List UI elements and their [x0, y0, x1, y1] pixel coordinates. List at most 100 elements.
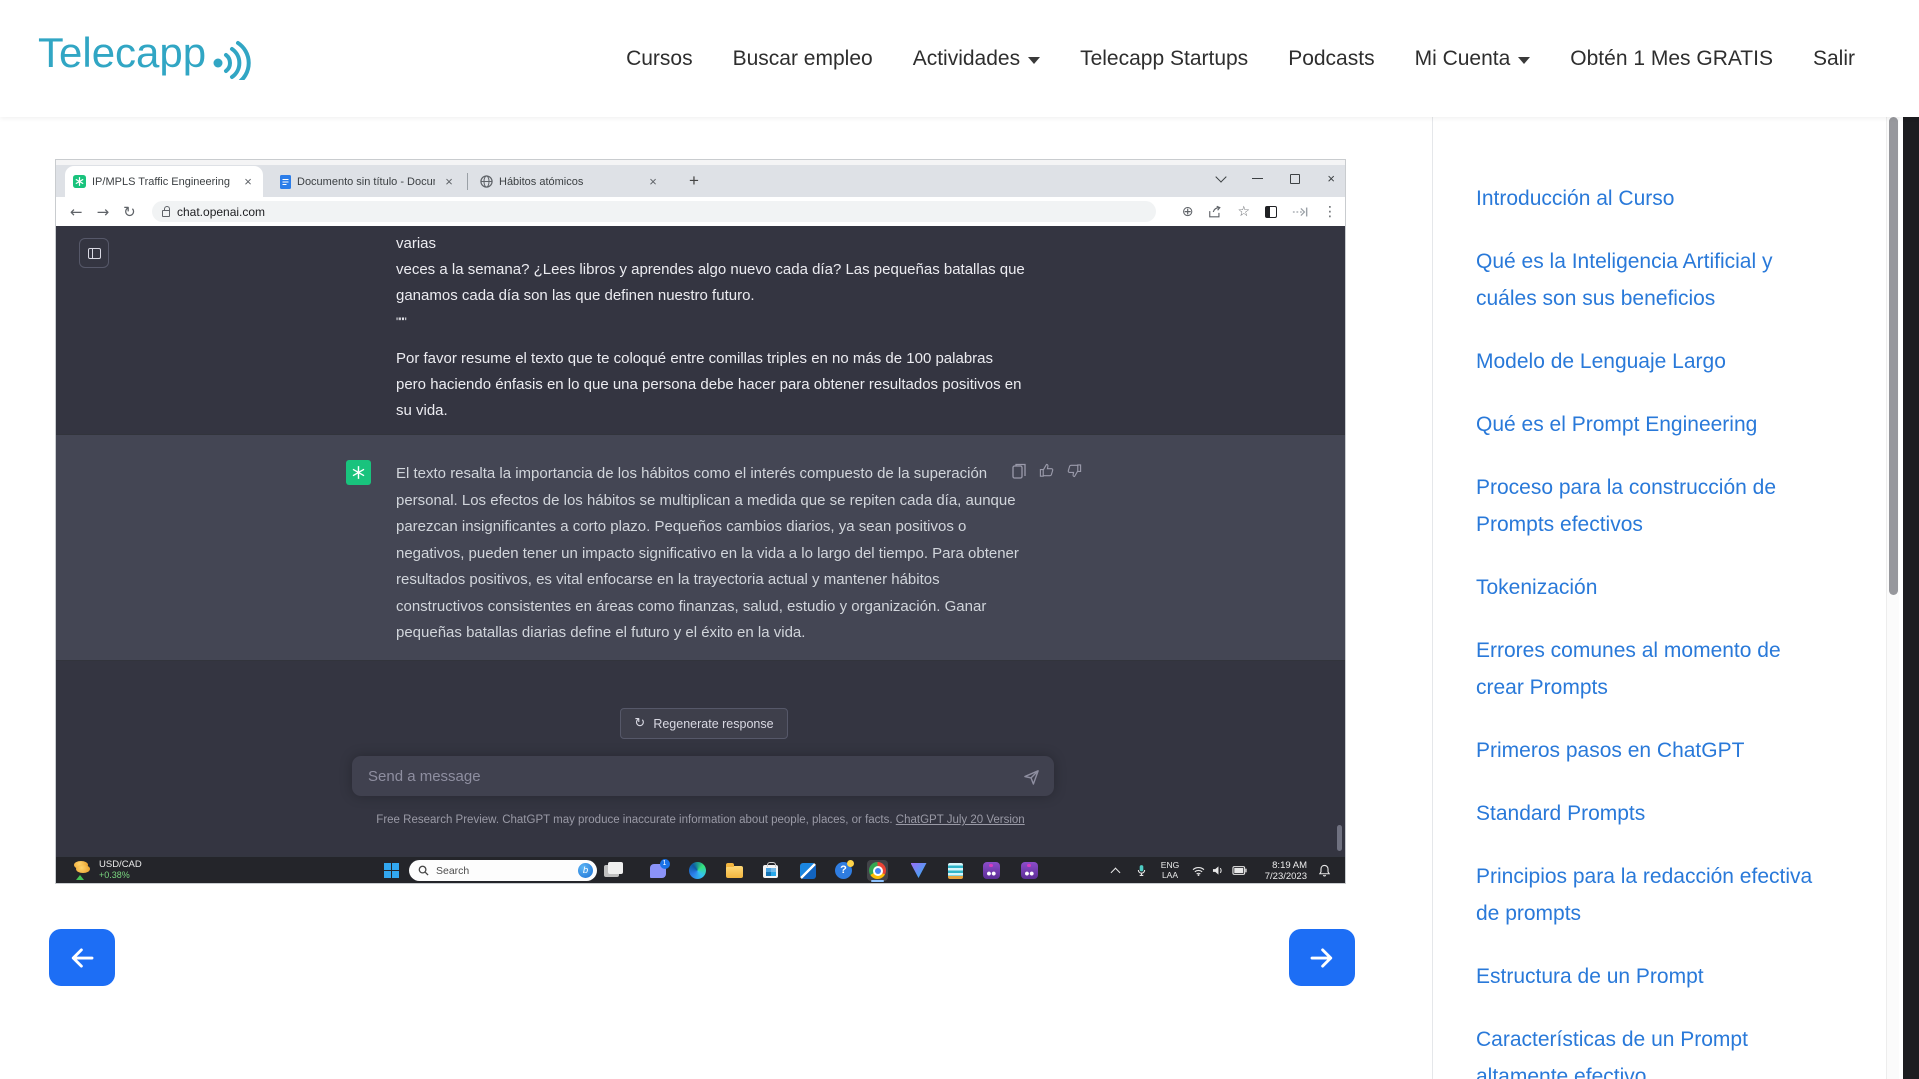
sidebar-item-principios-redaccion[interactable]: Principios para la redacción efectiva de… [1476, 858, 1830, 932]
sidebar-item-primeros-pasos[interactable]: Primeros pasos en ChatGPT [1476, 732, 1830, 769]
regenerate-label: Regenerate response [653, 717, 773, 731]
window-controls: × [1217, 160, 1335, 197]
chevron-down-icon [1028, 57, 1040, 64]
nav-salir[interactable]: Salir [1813, 47, 1855, 71]
browser-tab-strip: IP/MPLS Traffic Engineering × Documento … [56, 160, 1345, 197]
top-nav: Telecapp Cursos Buscar empleo Actividade… [0, 0, 1919, 117]
main-nav: Cursos Buscar empleo Actividades Telecap… [626, 0, 1855, 117]
browser-tab-docs: Documento sin título - Documen × [272, 166, 464, 197]
chat-input: Send a message [352, 756, 1054, 796]
page-scrollbar[interactable] [1903, 0, 1919, 1079]
file-explorer-icon [724, 860, 745, 881]
browser-address-bar: ← → ↻ chat.openai.com ⊕ ☆ ⋮ [56, 197, 1345, 226]
browser-tab-habitos: Hábitos atómicos × [472, 166, 668, 197]
user-message-head: varias [396, 231, 1026, 257]
maximize-icon [1290, 174, 1300, 184]
nav-actividades[interactable]: Actividades [913, 47, 1040, 71]
chevron-down-icon [1518, 57, 1530, 64]
sidebar-toggle-button [79, 238, 109, 268]
nav-telecapp-startups-label: Telecapp Startups [1080, 47, 1248, 71]
nav-obten-1-mes-gratis[interactable]: Obtén 1 Mes GRATIS [1570, 47, 1773, 71]
content-scrollbar-thumb[interactable] [1889, 117, 1898, 595]
message-actions [1012, 463, 1082, 479]
purple-app-icon-1 [981, 860, 1002, 881]
logo[interactable]: Telecapp [38, 26, 254, 80]
chatgpt-avatar [346, 460, 371, 485]
sidebar-item-proceso-prompts[interactable]: Proceso para la construcción de Prompts … [1476, 469, 1830, 543]
sidebar-item-standard-prompts[interactable]: Standard Prompts [1476, 795, 1830, 832]
search-icon [418, 865, 429, 876]
url-text: chat.openai.com [177, 205, 265, 219]
sidebar-item-estructura-prompt[interactable]: Estructura de un Prompt [1476, 958, 1830, 995]
sidebar-item-que-es-ia[interactable]: Qué es la Inteligencia Artificial y cuál… [1476, 243, 1830, 317]
weather-stock-widget: USD/CAD +0.38% [74, 859, 142, 880]
nav-podcasts[interactable]: Podcasts [1288, 47, 1374, 71]
nav-obten-1-mes-gratis-label: Obtén 1 Mes GRATIS [1570, 47, 1773, 71]
chatgpt-tab-icon [73, 175, 86, 188]
next-lesson-button[interactable] [1289, 929, 1355, 986]
back-icon: ← [70, 203, 83, 221]
up-arrow-icon [76, 875, 84, 880]
windows-taskbar: USD/CAD +0.38% Search b ? [56, 856, 1345, 883]
chat-scrollbar-thumb [1337, 825, 1342, 851]
tab-title: Hábitos atómicos [499, 176, 639, 188]
nav-buscar-empleo-label: Buscar empleo [733, 47, 873, 71]
footer-disclaimer: Free Research Preview. ChatGPT may produ… [376, 814, 892, 826]
share-icon [1208, 205, 1222, 219]
nav-buscar-empleo[interactable]: Buscar empleo [733, 47, 873, 71]
sidebar-item-caracteristicas-prompt[interactable]: Características de un Prompt altamente e… [1476, 1021, 1830, 1079]
arrow-right-icon [1305, 943, 1339, 973]
sidebar-item-introduccion[interactable]: Introducción al Curso [1476, 180, 1830, 217]
triple-quote: """ [396, 309, 1026, 335]
user-message-body: veces a la semana? ¿Lees libros y aprend… [396, 257, 1026, 309]
content-scrollbar[interactable] [1886, 117, 1899, 1079]
clock: 8:19 AM7/23/2023 [1255, 857, 1307, 884]
task-view-icon [601, 860, 622, 881]
close-icon: × [241, 174, 255, 189]
bookmark-star-icon: ☆ [1237, 205, 1250, 219]
chrome-icon-active [867, 860, 888, 881]
content-sidebar-divider [1432, 117, 1433, 1079]
bing-icon: b [578, 863, 593, 878]
footer-version-link: ChatGPT July 20 Version [896, 814, 1025, 826]
user-message: varias veces a la semana? ¿Lees libros y… [396, 231, 1026, 424]
widget-symbol: USD/CAD [99, 859, 142, 870]
nav-mi-cuenta[interactable]: Mi Cuenta [1415, 47, 1531, 71]
close-icon: × [1327, 172, 1335, 185]
copy-icon [1012, 463, 1026, 479]
keyboard-language: ENGLAA [1155, 857, 1185, 884]
nav-salir-label: Salir [1813, 47, 1855, 71]
tab-title: IP/MPLS Traffic Engineering [92, 176, 234, 188]
triangle-app-icon [908, 860, 929, 881]
logo-text: Telecapp [38, 29, 206, 77]
course-outline-sidebar: Introducción al Curso Qué es la Intelige… [1476, 180, 1830, 1079]
nav-podcasts-label: Podcasts [1288, 47, 1374, 71]
page-root: Telecapp Cursos Buscar empleo Actividade… [0, 0, 1919, 1079]
notepad-app-icon [945, 860, 966, 881]
chat-footer: Free Research Preview. ChatGPT may produ… [56, 814, 1345, 826]
send-icon [1023, 768, 1040, 785]
previous-lesson-button[interactable] [49, 929, 115, 986]
sidebar-toggle-icon [88, 248, 101, 259]
sidebar-item-errores-comunes[interactable]: Errores comunes al momento de crear Prom… [1476, 632, 1830, 706]
microphone-icon [1133, 857, 1149, 884]
sidebar-item-tokenizacion[interactable]: Tokenización [1476, 569, 1830, 606]
taskbar-search: Search b [409, 860, 597, 881]
sidebar-item-modelo-lenguaje[interactable]: Modelo de Lenguaje Largo [1476, 343, 1830, 380]
tab-search-chevron-icon [1216, 171, 1227, 182]
search-placeholder: Search [436, 865, 571, 877]
sidebar-item-prompt-engineering[interactable]: Qué es el Prompt Engineering [1476, 406, 1830, 443]
close-icon: × [442, 174, 456, 189]
nav-telecapp-startups[interactable]: Telecapp Startups [1080, 47, 1248, 71]
refresh-icon: ↻ [634, 716, 645, 731]
microsoft-store-icon [760, 860, 781, 881]
battery-icon [1229, 857, 1249, 884]
thumbs-down-icon [1067, 463, 1082, 478]
nav-cursos[interactable]: Cursos [626, 47, 693, 71]
thumbs-up-icon [1039, 463, 1054, 478]
assistant-response-text: El texto resalta la importancia de los h… [396, 461, 1026, 647]
browser-tab-chatgpt: IP/MPLS Traffic Engineering × [65, 166, 263, 197]
globe-icon [480, 175, 493, 188]
purple-app-icon-2 [1019, 860, 1040, 881]
lesson-screenshot[interactable]: IP/MPLS Traffic Engineering × Documento … [55, 159, 1346, 884]
